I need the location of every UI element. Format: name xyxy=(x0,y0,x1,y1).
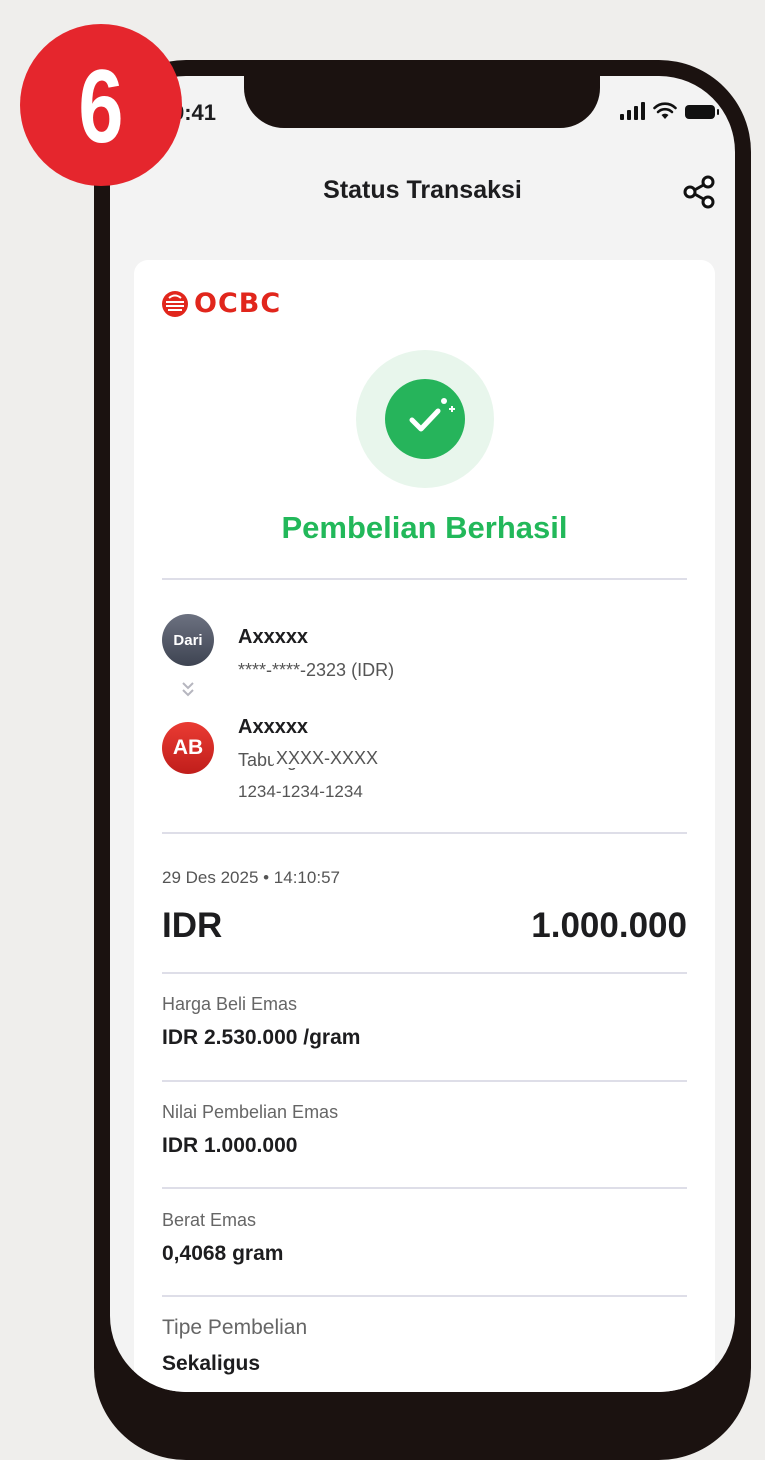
detail-label-purchase-type: Tipe Pembelian xyxy=(162,1316,308,1339)
account-mask-overlay: XXXX-XXXX xyxy=(274,748,383,768)
from-name: Axxxxx xyxy=(238,626,309,648)
divider xyxy=(162,1080,687,1082)
phone-notch xyxy=(244,76,600,128)
amount-currency: IDR xyxy=(162,906,223,945)
to-account-number: 1234-1234-1234 xyxy=(238,782,363,801)
app-screen: 9:41 Status Transaksi OCBC Pembelian Ber… xyxy=(110,76,735,1392)
check-sparkle-icon xyxy=(385,379,465,459)
detail-value-purchase-value: IDR 1.000.000 xyxy=(162,1134,298,1157)
to-avatar-initials: AB xyxy=(172,736,204,759)
ocbc-logo: OCBC xyxy=(160,288,281,319)
transaction-receipt-card: OCBC Pembelian Berhasil Dari Axxxxx ****… xyxy=(134,260,715,1392)
detail-label-gold-price: Harga Beli Emas xyxy=(162,994,298,1014)
detail-label-purchase-value: Nilai Pembelian Emas xyxy=(162,1102,339,1122)
detail-value-gold-price: IDR 2.530.000 /gram xyxy=(162,1026,361,1049)
divider xyxy=(162,1295,687,1297)
divider xyxy=(162,832,687,834)
step-number: 6 xyxy=(78,49,124,165)
battery-icon xyxy=(685,105,719,119)
from-account: ****-****-2323 (IDR) xyxy=(238,660,395,680)
detail-value-purchase-type: Sekaligus xyxy=(162,1352,261,1375)
ocbc-emblem-icon xyxy=(162,290,188,317)
success-indicator xyxy=(356,350,494,488)
detail-value-gold-weight: 0,4068 gram xyxy=(162,1242,284,1265)
to-name: Axxxxx xyxy=(238,716,309,738)
result-title: Pembelian Berhasil xyxy=(281,510,568,545)
transaction-datetime: 29 Des 2025 • 14:10:57 xyxy=(162,868,340,887)
step-badge: 6 xyxy=(20,24,182,186)
wifi-icon xyxy=(653,102,677,119)
divider xyxy=(162,1187,687,1189)
from-avatar: Dari xyxy=(162,614,214,666)
share-icon xyxy=(683,175,715,209)
detail-label-gold-weight: Berat Emas xyxy=(162,1210,257,1230)
chevron-double-down-icon xyxy=(182,682,194,697)
from-avatar-label: Dari xyxy=(173,631,203,649)
to-avatar: AB xyxy=(162,722,214,774)
amount-value: 1.000.000 xyxy=(531,906,687,945)
page-title: Status Transaksi xyxy=(323,176,522,204)
signal-icon xyxy=(620,102,645,120)
status-icons xyxy=(620,102,719,120)
share-button[interactable] xyxy=(679,172,719,212)
divider xyxy=(162,578,687,580)
divider xyxy=(162,972,687,974)
brand-name: OCBC xyxy=(194,288,282,319)
